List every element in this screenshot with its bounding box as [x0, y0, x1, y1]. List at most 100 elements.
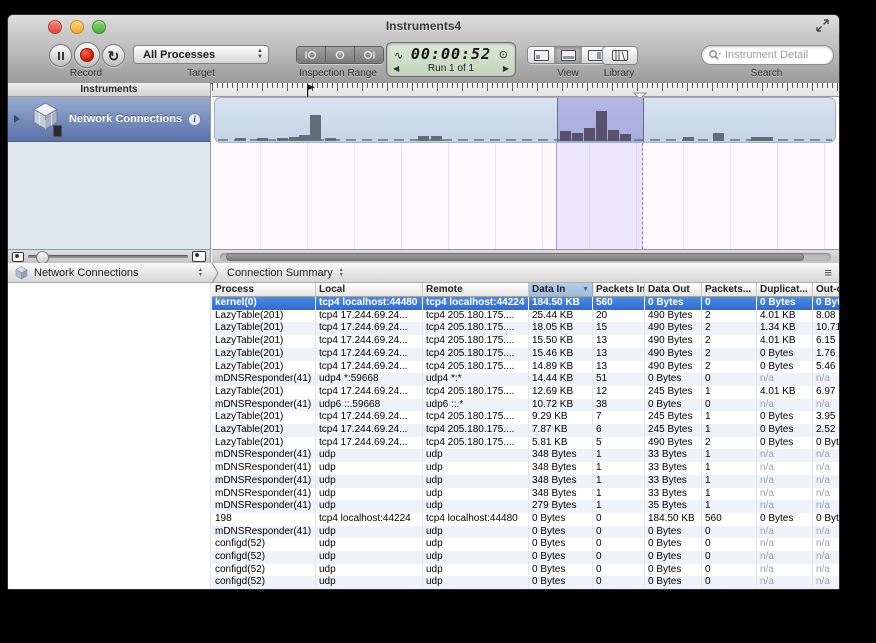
column-header-local[interactable]: Local [316, 283, 423, 297]
cell-duplicat---: n/a [757, 551, 813, 564]
table-row[interactable]: configd(52)udpudp0 Bytes00 Bytes0n/an/an… [212, 564, 840, 577]
cell-remote: tcp4 205.180.175.... [423, 411, 529, 424]
cell-packets---: 0 [702, 538, 757, 551]
cell-local: udp [316, 500, 423, 513]
scrollbar-thumb[interactable] [226, 253, 804, 261]
cell-process: LazyTable(201) [212, 411, 316, 424]
track-gridlines [214, 143, 836, 249]
cell-process: LazyTable(201) [212, 335, 316, 348]
cell-data-out: 245 Bytes [645, 424, 702, 437]
column-header-remote[interactable]: Remote [423, 283, 529, 297]
column-header-data-out[interactable]: Data Out [645, 283, 702, 297]
cell-data-in: 9.29 KB [529, 411, 593, 424]
cell-data-in: 279 Bytes [529, 500, 593, 513]
cell-data-in: 7.87 KB [529, 424, 593, 437]
cell-process: LazyTable(201) [212, 361, 316, 374]
timer-mode-icon[interactable]: ⊙ [499, 48, 508, 61]
cell-duplicat---: 0 Bytes [757, 513, 813, 526]
search-field[interactable] [701, 45, 834, 65]
table-row[interactable]: LazyTable(201)tcp4 17.244.69.24...tcp4 2… [212, 361, 840, 374]
cell-packets-in: 0 [593, 513, 645, 526]
cell-remote: udp [423, 488, 529, 501]
cell-process: kernel(0) [212, 297, 316, 310]
device-badge-icon [53, 125, 62, 137]
cell-packets-in: 0 [593, 564, 645, 577]
table-row[interactable]: mDNSResponder(41)udpudp279 Bytes135 Byte… [212, 500, 840, 513]
column-header-packets---[interactable]: Packets... [702, 283, 757, 297]
library-button[interactable] [602, 46, 638, 65]
track-region [212, 97, 839, 249]
cell-local: udp [316, 449, 423, 462]
connection-summary-table: ProcessLocalRemoteData In▼Packets InData… [212, 283, 840, 589]
table-row[interactable]: mDNSResponder(41)udpudp0 Bytes00 Bytes0n… [212, 526, 840, 539]
inspection-range-clock-button[interactable] [326, 47, 355, 63]
table-row[interactable]: kernel(0)tcp4 localhost:44480tcp4 localh… [212, 297, 840, 310]
table-row[interactable]: LazyTable(201)tcp4 17.244.69.24...tcp4 2… [212, 437, 840, 450]
search-input[interactable] [723, 48, 827, 62]
column-header-data-in[interactable]: Data In▼ [529, 283, 593, 297]
breadcrumb-instrument-popup[interactable]: Network Connections ▲▼ [8, 263, 211, 282]
track-size-large-icon[interactable] [192, 251, 206, 262]
table-row[interactable]: configd(52)udpudp0 Bytes00 Bytes0n/an/an… [212, 551, 840, 564]
table-row[interactable]: mDNSResponder(41)udp4 *:59668udp4 *:*14.… [212, 373, 840, 386]
record-icon [80, 48, 94, 62]
playhead-flag-icon[interactable] [307, 84, 316, 97]
column-header-out-of----[interactable]: Out-of-... [813, 283, 841, 297]
view-left-pane-button[interactable] [528, 47, 555, 63]
table-row[interactable]: configd(52)udpudp0 Bytes00 Bytes0n/an/an… [212, 538, 840, 551]
cell-packets---: 560 [702, 513, 757, 526]
histogram-bar [277, 138, 288, 141]
cell-packets-in: 1 [593, 462, 645, 475]
column-header-packets-in[interactable]: Packets In [593, 283, 645, 297]
table-row[interactable]: mDNSResponder(41)udpudp348 Bytes133 Byte… [212, 475, 840, 488]
cell-out-of----: n/a [813, 488, 841, 501]
cell-remote: tcp4 205.180.175.... [423, 424, 529, 437]
target-dropdown[interactable]: All Processes ▲▼ [133, 45, 269, 64]
table-row[interactable]: LazyTable(201)tcp4 17.244.69.24...tcp4 2… [212, 348, 840, 361]
table-options-menu-icon[interactable]: ≡ [824, 265, 832, 280]
table-row[interactable]: LazyTable(201)tcp4 17.244.69.24...tcp4 2… [212, 424, 840, 437]
left-pane-icon [534, 50, 549, 61]
cell-data-out: 33 Bytes [645, 488, 702, 501]
cell-data-in: 15.50 KB [529, 335, 593, 348]
table-row[interactable]: mDNSResponder(41)udp6 ::.59668udp6 ::.*1… [212, 399, 840, 412]
timeline-ruler[interactable] [212, 83, 839, 97]
column-header-process[interactable]: Process [212, 283, 316, 297]
table-row[interactable]: mDNSResponder(41)udpudp348 Bytes133 Byte… [212, 488, 840, 501]
table-row[interactable]: configd(52)udpudp0 Bytes00 Bytes0n/an/an… [212, 576, 840, 589]
inspection-range-start-button[interactable] [297, 47, 326, 63]
column-header-duplicat---[interactable]: Duplicat... [757, 283, 813, 297]
instrument-row-network-connections[interactable]: Network Connections i [8, 97, 210, 142]
table-row[interactable]: LazyTable(201)tcp4 17.244.69.24...tcp4 2… [212, 411, 840, 424]
breadcrumb-detail-popup[interactable]: Connection Summary ▲▼ [227, 267, 344, 279]
cell-local: udp [316, 576, 423, 589]
table-row[interactable]: LazyTable(201)tcp4 17.244.69.24...tcp4 2… [212, 335, 840, 348]
cell-data-out: 0 Bytes [645, 526, 702, 539]
inspection-range-end-button[interactable] [355, 47, 383, 63]
disclosure-triangle-icon[interactable] [14, 115, 20, 123]
breadcrumb-detail-label: Connection Summary [227, 267, 333, 279]
title-bar[interactable]: Instruments4 [8, 15, 839, 37]
view-bottom-pane-button[interactable] [555, 47, 582, 63]
table-row[interactable]: 198tcp4 localhost:44224tcp4 localhost:44… [212, 513, 840, 526]
table-row[interactable]: mDNSResponder(41)udpudp348 Bytes133 Byte… [212, 462, 840, 475]
loop-button[interactable]: ↻ [102, 44, 125, 67]
cell-local: udp6 ::.59668 [316, 399, 423, 412]
record-button[interactable] [74, 42, 100, 68]
fullscreen-icon[interactable] [816, 19, 829, 32]
table-row[interactable]: LazyTable(201)tcp4 17.244.69.24...tcp4 2… [212, 310, 840, 323]
track-zoom-slider[interactable] [28, 255, 188, 258]
track-size-small-icon[interactable] [12, 252, 24, 262]
library-label: Library [591, 68, 647, 79]
next-run-button[interactable]: ▶ [503, 64, 509, 73]
sort-descending-icon: ▼ [582, 286, 589, 293]
horizontal-scrollbar[interactable] [220, 253, 831, 261]
table-row[interactable]: LazyTable(201)tcp4 17.244.69.24...tcp4 2… [212, 322, 840, 335]
table-row[interactable]: mDNSResponder(41)udpudp348 Bytes133 Byte… [212, 449, 840, 462]
pause-button[interactable] [49, 44, 72, 67]
table-row[interactable]: LazyTable(201)tcp4 17.244.69.24...tcp4 2… [212, 386, 840, 399]
cell-data-in: 15.46 KB [529, 348, 593, 361]
cell-packets---: 0 [702, 373, 757, 386]
info-icon[interactable]: i [188, 113, 201, 126]
network-connections-track[interactable] [214, 97, 836, 143]
